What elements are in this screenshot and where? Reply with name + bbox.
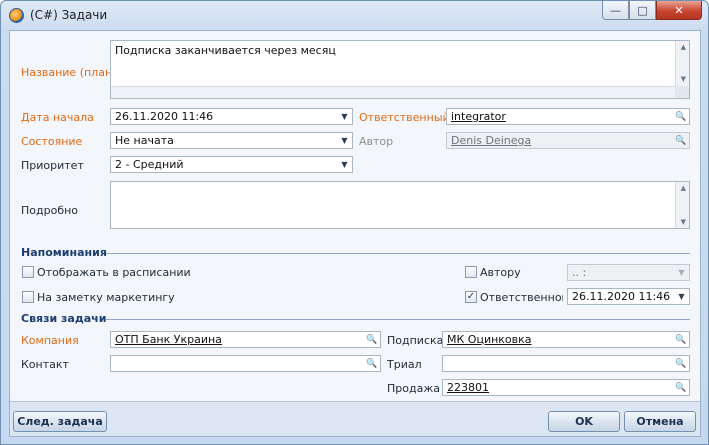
chevron-down-icon[interactable]: ▼ [674, 289, 689, 304]
state-select[interactable]: Не начата ▼ [110, 132, 353, 149]
search-icon[interactable]: 🔍 [674, 357, 688, 370]
priority-select[interactable]: 2 - Средний ▼ [110, 156, 353, 173]
remind-author-time-value: .. : [572, 266, 587, 279]
reminders-divider [106, 253, 690, 254]
marketing-checkbox[interactable] [22, 291, 34, 303]
responsible-value[interactable]: integrator [451, 110, 506, 123]
scroll-up-icon: ▲ [680, 184, 686, 192]
author-value: Denis Deinega [451, 134, 532, 147]
sale-value[interactable]: 223801 [447, 381, 489, 394]
start-date-field[interactable]: 26.11.2020 11:46 ▼ [110, 108, 353, 125]
details-field[interactable]: ▲ ▼ [110, 181, 690, 229]
company-value[interactable]: ОТП Банк Украина [115, 333, 222, 346]
remind-author-time: .. : ▼ [567, 264, 690, 281]
start-date-label: Дата начала [21, 111, 94, 124]
app-globe-icon [9, 8, 24, 23]
subscription-value[interactable]: МК Оцинковка [447, 333, 532, 346]
links-divider [106, 319, 690, 320]
scroll-down-icon: ▼ [680, 218, 686, 226]
remind-responsible-label[interactable]: Ответственному [480, 291, 563, 304]
window-title: (C#) Задачи [30, 8, 108, 22]
dialog-body: Название (план) Подписка заканчивается ч… [9, 30, 701, 437]
remind-author-checkbox[interactable] [465, 266, 477, 278]
chevron-down-icon[interactable]: ▼ [337, 133, 352, 148]
contact-field[interactable]: 🔍 [110, 355, 381, 372]
search-icon[interactable]: 🔍 [674, 333, 688, 346]
scroll-up-icon: ▲ [680, 43, 686, 51]
priority-label: Приоритет [21, 159, 84, 172]
show-schedule-checkbox[interactable] [22, 266, 34, 278]
reminders-section-title: Напоминания [21, 246, 107, 259]
company-label: Компания [21, 334, 79, 347]
task-name-hscroll[interactable] [111, 86, 675, 98]
subscription-label: Подписка [387, 334, 444, 347]
task-name-label: Название (план) [21, 66, 117, 79]
details-label: Подробно [21, 204, 79, 217]
chevron-down-icon: ▼ [678, 268, 685, 277]
state-label: Состояние [21, 135, 83, 148]
author-label: Автор [359, 135, 394, 148]
chevron-down-icon[interactable]: ▼ [337, 109, 352, 124]
sale-field[interactable]: 223801 🔍 [442, 379, 690, 396]
search-icon[interactable]: 🔍 [674, 110, 688, 123]
cancel-button[interactable]: Отмена [624, 411, 696, 432]
ok-button[interactable]: OK [548, 411, 620, 432]
remind-responsible-time[interactable]: 26.11.2020 11:46 ▼ [567, 288, 690, 305]
search-icon[interactable]: 🔍 [365, 357, 379, 370]
show-schedule-label[interactable]: Отображать в расписании [37, 266, 191, 279]
remind-responsible-checkbox[interactable]: ✓ [465, 291, 477, 303]
subscription-field[interactable]: МК Оцинковка 🔍 [442, 331, 690, 348]
responsible-field[interactable]: integrator 🔍 [446, 108, 690, 125]
priority-value: 2 - Средний [115, 158, 184, 171]
task-dialog: (C#) Задачи — □ ✕ Название (план) Подпис… [0, 0, 709, 445]
task-name-field[interactable]: Подписка заканчивается через месяц ▲ ▼ [110, 40, 690, 99]
remind-author-label[interactable]: Автору [480, 266, 521, 279]
title-bar[interactable]: (C#) Задачи — □ ✕ [1, 1, 708, 29]
contact-label: Контакт [21, 358, 69, 371]
trial-field[interactable]: 🔍 [442, 355, 690, 372]
maximize-button[interactable]: □ [629, 1, 656, 20]
author-field: Denis Deinega 🔍 [446, 132, 690, 149]
chevron-down-icon[interactable]: ▼ [337, 157, 352, 172]
responsible-label: Ответственный [359, 111, 450, 124]
search-icon: 🔍 [675, 135, 687, 146]
minimize-button[interactable]: — [602, 1, 629, 20]
start-date-value: 26.11.2020 11:46 [115, 110, 214, 123]
scroll-corner [675, 86, 689, 98]
scroll-down-icon: ▼ [680, 75, 686, 83]
trial-label: Триал [387, 358, 422, 371]
state-value: Не начата [115, 134, 174, 147]
search-icon[interactable]: 🔍 [674, 381, 688, 394]
close-button[interactable]: ✕ [656, 1, 702, 20]
marketing-label[interactable]: На заметку маркетингу [37, 291, 175, 304]
task-name-value: Подписка заканчивается через месяц [115, 44, 336, 57]
links-section-title: Связи задачи [21, 312, 107, 325]
remind-responsible-time-value: 26.11.2020 11:46 [572, 290, 671, 303]
search-icon[interactable]: 🔍 [365, 333, 379, 346]
company-field[interactable]: ОТП Банк Украина 🔍 [110, 331, 381, 348]
next-task-button[interactable]: След. задача [13, 411, 107, 432]
sale-label: Продажа [387, 382, 440, 395]
